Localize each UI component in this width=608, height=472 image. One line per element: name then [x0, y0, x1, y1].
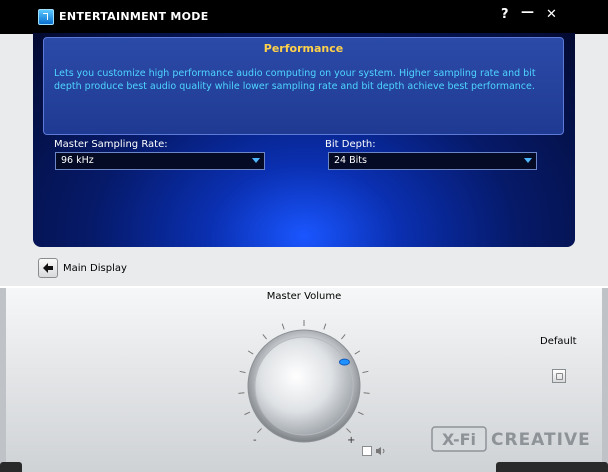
- volume-tick: [256, 428, 262, 434]
- master-volume-knob[interactable]: [236, 318, 372, 454]
- chevron-down-icon: [252, 158, 260, 163]
- volume-indicator: [339, 358, 350, 366]
- left-foot: [0, 462, 22, 472]
- volume-tick: [239, 370, 246, 374]
- right-foot: [496, 462, 608, 472]
- right-bezel: [602, 288, 608, 472]
- main-display-label: Main Display: [63, 263, 127, 274]
- bit-depth-value: 24 Bits: [334, 155, 367, 166]
- sampling-rate-select[interactable]: 96 kHz: [55, 152, 265, 170]
- xfi-logo: X-Fi: [431, 426, 487, 452]
- info-title: Performance: [263, 42, 344, 55]
- volume-tick: [341, 334, 346, 340]
- volume-max-label: +: [347, 435, 356, 446]
- speaker-icon: [376, 447, 385, 455]
- arrow-left-icon: [43, 263, 53, 273]
- bit-depth-label: Bit Depth:: [325, 139, 376, 150]
- title-bar: ENTERTAINMENT MODE ? — ✕: [0, 0, 608, 34]
- help-button[interactable]: ?: [501, 7, 509, 22]
- xfi-logo-text: X-Fi: [442, 430, 476, 449]
- info-description: Lets you customize high performance audi…: [54, 68, 536, 92]
- minimize-button[interactable]: —: [521, 5, 534, 20]
- volume-tick: [323, 323, 327, 330]
- mute-checkbox-icon[interactable]: [362, 446, 372, 456]
- window-title: ENTERTAINMENT MODE: [59, 10, 209, 23]
- volume-tick: [346, 428, 352, 434]
- volume-tick: [363, 392, 370, 394]
- creative-logo: CREATIVE: [491, 430, 591, 450]
- volume-tick: [247, 350, 254, 355]
- volume-tick: [362, 370, 369, 374]
- default-reset-button[interactable]: [552, 369, 566, 383]
- default-label: Default: [540, 336, 577, 347]
- volume-tick: [244, 411, 251, 416]
- volume-tick: [238, 392, 245, 394]
- bit-depth-select[interactable]: 24 Bits: [328, 152, 537, 170]
- main-display-back-button[interactable]: [38, 258, 58, 278]
- master-volume-label: Master Volume: [266, 291, 342, 302]
- sampling-rate-value: 96 kHz: [61, 155, 94, 166]
- info-box: Performance Lets you customize high perf…: [43, 37, 564, 135]
- left-bezel: [0, 288, 6, 472]
- volume-tick: [357, 411, 364, 416]
- volume-tick: [262, 334, 267, 340]
- volume-min-label: -: [253, 435, 257, 446]
- sampling-rate-label: Master Sampling Rate:: [54, 139, 168, 150]
- app-icon: [38, 9, 54, 25]
- volume-tick: [281, 323, 285, 330]
- volume-tick: [354, 350, 361, 355]
- chevron-down-icon: [524, 158, 532, 163]
- close-button[interactable]: ✕: [546, 7, 557, 22]
